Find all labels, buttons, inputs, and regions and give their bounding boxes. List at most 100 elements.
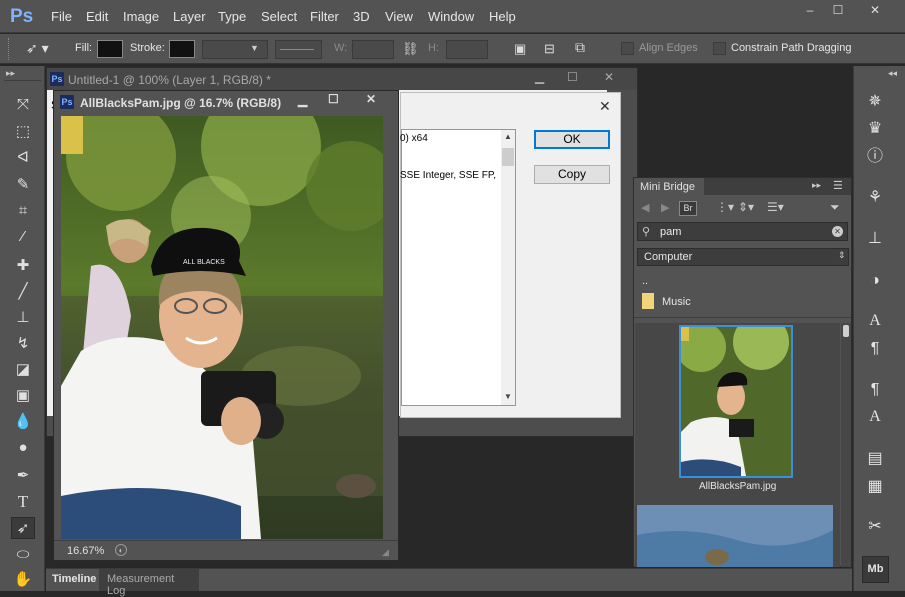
constrain-path-checkbox[interactable]: [713, 42, 726, 55]
menu-view[interactable]: View: [385, 9, 413, 24]
ellipse-tool-icon[interactable]: ⬭: [11, 544, 35, 566]
folder-item-music[interactable]: Music: [662, 296, 691, 308]
chevron-down-icon[interactable]: ▼: [250, 43, 264, 57]
paragraph-icon[interactable]: ¶: [864, 338, 886, 360]
maximize-app-button[interactable]: ☐: [825, 2, 851, 20]
type-tool-icon[interactable]: T: [11, 491, 35, 513]
menu-image[interactable]: Image: [123, 9, 159, 24]
tab-measurement-log[interactable]: Measurement Log: [99, 569, 199, 597]
width-field[interactable]: [352, 40, 394, 59]
path-selection-tool-icon[interactable]: ➶: [11, 517, 35, 539]
menu-help[interactable]: Help: [489, 9, 516, 24]
doc2-maximize-icon[interactable]: ☐: [328, 92, 339, 106]
info-textarea[interactable]: 0) x64 SSE Integer, SSE FP, ▲ ▼: [400, 129, 516, 406]
collapse-panel-icon[interactable]: ▸▸: [812, 180, 821, 191]
history-brush-tool-icon[interactable]: ↯: [11, 333, 35, 355]
lasso-tool-icon[interactable]: ᐊ: [11, 147, 35, 169]
menu-window[interactable]: Window: [428, 9, 474, 24]
move-tool-icon[interactable]: ⤧: [11, 94, 35, 116]
navigator-icon[interactable]: ✵: [864, 91, 886, 113]
doc2-v-scrollbar[interactable]: [384, 116, 398, 539]
minimize-app-button[interactable]: –: [797, 2, 823, 20]
copy-button[interactable]: Copy: [534, 165, 610, 184]
actions-icon[interactable]: ▦: [864, 476, 886, 498]
hand-tool-icon[interactable]: ✋: [11, 569, 35, 591]
photo-canvas[interactable]: ALL BLACKS: [61, 116, 383, 539]
path-alignment-icon[interactable]: ⊟: [544, 41, 562, 57]
bridge-br-icon[interactable]: Br: [679, 201, 697, 216]
menu-type[interactable]: Type: [218, 9, 246, 24]
clear-search-icon[interactable]: ✕: [832, 226, 843, 237]
ok-button[interactable]: OK: [534, 130, 610, 149]
zoom-level[interactable]: 16.67%: [67, 545, 104, 557]
notes-icon[interactable]: ▤: [864, 448, 886, 470]
crop-tool-icon[interactable]: ⌗: [11, 200, 35, 222]
mb-scrollbar[interactable]: [841, 323, 851, 567]
parent-folder-item[interactable]: ..: [642, 275, 648, 287]
height-field[interactable]: [446, 40, 488, 59]
filter-icon[interactable]: ⏷: [830, 200, 840, 215]
info-icon[interactable]: ⓘ: [864, 146, 886, 168]
back-icon[interactable]: ◀: [641, 201, 649, 214]
thumbnail-selected[interactable]: [676, 314, 793, 478]
close-app-button[interactable]: ✕: [860, 2, 890, 20]
pen-tool-icon[interactable]: ✒: [11, 465, 35, 487]
forward-icon[interactable]: ▶: [661, 201, 669, 214]
eraser-tool-icon[interactable]: ◪: [11, 359, 35, 381]
status-info-icon[interactable]: ◐: [115, 544, 127, 556]
doc1-close-icon[interactable]: ✕: [604, 70, 614, 84]
align-edges-checkbox[interactable]: [621, 42, 634, 55]
document-title-bar[interactable]: Ps AllBlacksPam.jpg @ 16.7% (RGB/8) ▁ ☐ …: [54, 91, 398, 113]
location-dropdown[interactable]: Computer ⇕: [637, 248, 849, 266]
thumbnail-2[interactable]: [637, 505, 833, 567]
path-operations-icon[interactable]: ▣: [514, 41, 532, 57]
tools-menu-icon[interactable]: ☰▾: [767, 200, 784, 214]
panel-menu-icon[interactable]: ☰: [833, 179, 843, 192]
tab-mini-bridge[interactable]: Mini Bridge: [634, 178, 704, 195]
blur-tool-icon[interactable]: 💧: [11, 411, 35, 433]
stroke-type-dropdown[interactable]: [275, 40, 322, 59]
healing-brush-tool-icon[interactable]: ✚: [11, 255, 35, 277]
view-options-icon[interactable]: ⋮▾: [716, 200, 734, 214]
doc1-maximize-icon[interactable]: ☐: [567, 70, 578, 84]
info-scrollbar[interactable]: ▲ ▼: [501, 130, 515, 405]
gradient-tool-icon[interactable]: ▣: [11, 385, 35, 407]
menu-3d[interactable]: 3D: [353, 9, 370, 24]
marquee-tool-icon[interactable]: ⬚: [11, 121, 35, 143]
expand-panel-icon[interactable]: ▸▸: [6, 68, 15, 79]
clone-stamp-tool-icon[interactable]: ⊥: [11, 307, 35, 329]
quick-select-tool-icon[interactable]: ✎: [11, 174, 35, 196]
doc2-minimize-icon[interactable]: ▁: [298, 93, 307, 107]
eyedropper-tool-icon[interactable]: ⁄: [11, 226, 35, 248]
document-title-bar[interactable]: Ps Untitled-1 @ 100% (Layer 1, RGB/8) * …: [47, 68, 637, 90]
dialog-close-icon[interactable]: ✕: [599, 98, 611, 115]
paragraph-styles-icon[interactable]: ¶: [864, 379, 886, 401]
fill-swatch[interactable]: [97, 40, 123, 58]
character-icon[interactable]: A: [864, 310, 886, 332]
sort-icon[interactable]: ⇕▾: [738, 200, 754, 214]
path-arrangement-icon[interactable]: ⧉: [575, 39, 597, 59]
path-select-tool-preset-icon[interactable]: ➶ ▾: [26, 40, 56, 58]
styles-icon[interactable]: ◑: [864, 270, 886, 292]
tab-timeline[interactable]: Timeline: [46, 569, 98, 591]
menu-select[interactable]: Select: [261, 9, 297, 24]
resize-grip-icon[interactable]: ◢: [382, 547, 389, 558]
doc1-minimize-icon[interactable]: ▁: [535, 70, 544, 84]
search-field[interactable]: ⚲ pam ✕: [637, 222, 848, 241]
brush-tool-icon[interactable]: ╱: [11, 281, 35, 303]
stroke-swatch[interactable]: [169, 40, 195, 58]
link-icon[interactable]: ⛓: [402, 41, 420, 57]
expand-right-panel-icon[interactable]: ◂◂: [888, 68, 897, 79]
menu-filter[interactable]: Filter: [310, 9, 339, 24]
character-styles-icon[interactable]: A: [864, 406, 886, 428]
brush-presets-icon[interactable]: ⚘: [864, 187, 886, 209]
mini-bridge-mb-icon[interactable]: Mb: [862, 556, 889, 583]
menu-file[interactable]: File: [51, 9, 72, 24]
menu-edit[interactable]: Edit: [86, 9, 108, 24]
menu-layer[interactable]: Layer: [173, 9, 206, 24]
histogram-icon[interactable]: ♛: [864, 118, 886, 140]
dodge-tool-icon[interactable]: ●: [11, 437, 35, 459]
tool-presets-icon[interactable]: ✂: [864, 516, 886, 538]
clone-source-icon[interactable]: ⊥: [864, 228, 886, 250]
doc2-close-icon[interactable]: ✕: [366, 92, 376, 106]
